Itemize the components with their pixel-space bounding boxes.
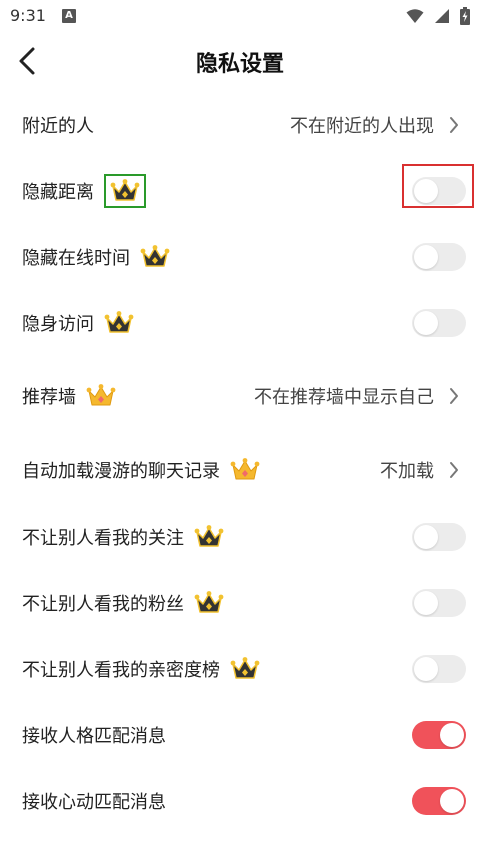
page-title: 隐私设置: [195, 52, 284, 77]
vip-crown-icon: [110, 179, 140, 201]
vip-crown-icon: [230, 458, 260, 480]
vip-crown-icon: [86, 384, 116, 406]
header: 隐私设置: [0, 34, 480, 92]
vip-crown-icon: [194, 525, 224, 547]
setting-label: 不让别人看我的粉丝: [22, 594, 184, 615]
toggle-knob: [414, 525, 438, 549]
vip-crown-icon: [194, 591, 224, 613]
setting-label: 隐藏距离: [22, 182, 94, 203]
setting-row-hide-distance: 隐藏距离: [0, 158, 480, 224]
vip-crown-icon: [104, 311, 134, 333]
chevron-right-icon: [450, 388, 458, 404]
hide-intimacy-rank-toggle[interactable]: [412, 655, 466, 683]
setting-label: 自动加载漫游的聊天记录: [22, 461, 220, 482]
setting-row-hide-fans: 不让别人看我的粉丝: [0, 570, 480, 636]
setting-row-hide-following: 不让别人看我的关注: [0, 504, 480, 570]
toggle-knob: [414, 311, 438, 335]
setting-label: 接收心动匹配消息: [22, 792, 166, 813]
nearby-value-selector[interactable]: 不在附近的人出现: [290, 92, 460, 158]
toggle-knob: [414, 657, 438, 681]
chevron-right-icon: [450, 462, 458, 478]
hide-fans-toggle[interactable]: [412, 589, 466, 617]
notification-a-icon: A: [62, 9, 76, 23]
setting-row-hide-intimacy-rank: 不让别人看我的亲密度榜: [0, 636, 480, 702]
setting-label: 推荐墙: [22, 387, 76, 408]
chevron-right-icon: [450, 117, 458, 133]
setting-value: 不在推荐墙中显示自己: [254, 387, 434, 408]
status-time: 9:31: [10, 6, 46, 25]
vip-crown-icon: [140, 245, 170, 267]
status-icons: [406, 7, 470, 25]
toggle-knob: [440, 723, 464, 747]
setting-row-stealth-visit: 隐身访问: [0, 290, 480, 356]
setting-row-auto-load-history[interactable]: 自动加载漫游的聊天记录 不加载: [0, 434, 480, 506]
hide-following-toggle[interactable]: [412, 523, 466, 551]
signal-icon: [435, 9, 449, 23]
setting-label: 附近的人: [22, 116, 94, 137]
setting-label: 隐藏在线时间: [22, 248, 130, 269]
setting-value: 不加载: [380, 461, 434, 482]
toggle-knob: [440, 789, 464, 813]
setting-label: 接收人格匹配消息: [22, 726, 166, 747]
status-bar: 9:31 A: [0, 0, 480, 34]
setting-row-hide-online-time: 隐藏在线时间: [0, 224, 480, 290]
setting-row-recommend-wall[interactable]: 推荐墙 不在推荐墙中显示自己: [0, 360, 480, 432]
vip-crown-icon: [230, 657, 260, 679]
stealth-visit-toggle[interactable]: [412, 309, 466, 337]
toggle-knob: [414, 591, 438, 615]
toggle-knob: [414, 245, 438, 269]
vip-crown-highlight: [104, 174, 146, 208]
setting-label: 不让别人看我的关注: [22, 528, 184, 549]
recommend-wall-value-selector[interactable]: 不在推荐墙中显示自己: [254, 360, 460, 432]
toggle-knob: [414, 179, 438, 203]
heartbeat-match-toggle[interactable]: [412, 787, 466, 815]
wifi-icon: [406, 9, 424, 23]
setting-row-personality-match: 接收人格匹配消息: [0, 702, 480, 768]
auto-load-history-value-selector[interactable]: 不加载: [380, 434, 460, 506]
setting-value: 不在附近的人出现: [290, 116, 434, 137]
battery-icon: [460, 7, 470, 25]
hide-distance-toggle[interactable]: [412, 177, 466, 205]
setting-row-heartbeat-match: 接收心动匹配消息: [0, 768, 480, 834]
setting-label: 不让别人看我的亲密度榜: [22, 660, 220, 681]
setting-row-nearby[interactable]: 附近的人 不在附近的人出现: [0, 92, 480, 158]
setting-label: 隐身访问: [22, 314, 94, 335]
hide-online-time-toggle[interactable]: [412, 243, 466, 271]
personality-match-toggle[interactable]: [412, 721, 466, 749]
